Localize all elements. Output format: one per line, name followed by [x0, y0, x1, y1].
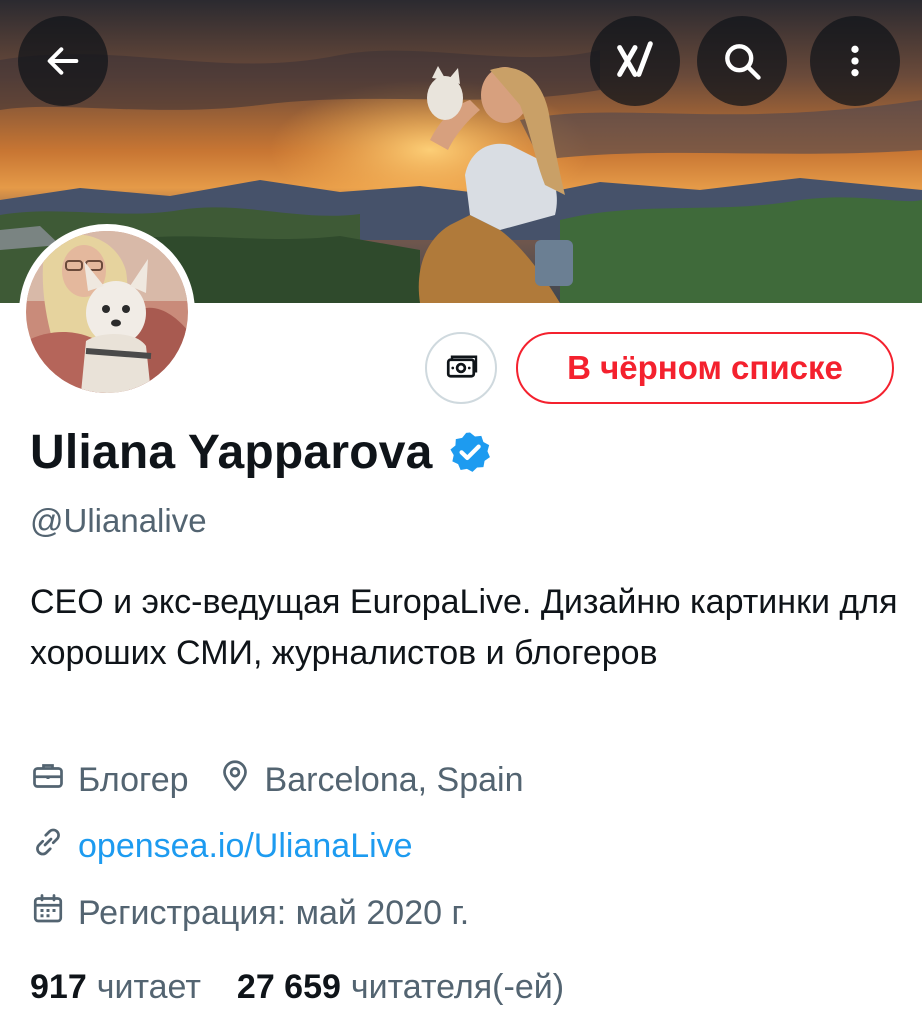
follow-stats: 917 читает 27 659 читателя(-ей): [30, 968, 564, 1007]
briefcase-icon: [30, 758, 66, 803]
profile-page: В чёрном списке Uliana Yapparova @Uliana…: [0, 0, 922, 1024]
join-date-text: Регистрация: май 2020 г.: [78, 894, 470, 932]
grok-button[interactable]: [590, 16, 680, 106]
followers-count: 27 659: [236, 968, 341, 1006]
avatar[interactable]: [19, 224, 195, 400]
name-row: Uliana Yapparova: [30, 425, 493, 480]
arrow-left-icon: [47, 47, 79, 75]
website-link[interactable]: opensea.io/UlianaLive: [78, 827, 413, 866]
profession-text: Блогер: [78, 761, 189, 799]
back-button[interactable]: [18, 16, 108, 106]
display-name: Uliana Yapparova: [30, 426, 433, 479]
more-options-button[interactable]: [810, 16, 900, 106]
profile-meta-row: Блогер Barcelona, Spain: [30, 758, 524, 803]
subscriptions-icon: [446, 355, 478, 378]
following-stat[interactable]: 917 читает: [30, 968, 201, 1007]
blocked-button[interactable]: В чёрном списке: [516, 332, 894, 404]
join-date-row: Регистрация: май 2020 г.: [30, 891, 469, 936]
verified-badge-icon[interactable]: [447, 429, 493, 480]
calendar-icon: [30, 891, 66, 936]
followers-stat[interactable]: 27 659 читателя(-ей): [237, 968, 564, 1007]
more-vertical-icon: [851, 45, 859, 77]
following-label: читает: [96, 968, 201, 1006]
location: Barcelona, Spain: [217, 758, 524, 803]
location-pin-icon: [217, 758, 253, 803]
search-icon: [725, 44, 761, 80]
handle: @Ulianalive: [30, 502, 207, 539]
blocked-button-label: В чёрном списке: [567, 349, 843, 386]
subscribe-button[interactable]: [425, 332, 497, 404]
search-button[interactable]: [697, 16, 787, 106]
followers-label: читателя(-ей): [350, 968, 565, 1006]
avatar-image: [26, 231, 188, 393]
bio: CEO и экс-ведущая EuropaLive. Дизайню ка…: [30, 583, 898, 672]
profession: Блогер: [30, 758, 189, 803]
following-count: 917: [30, 968, 87, 1006]
link-icon: [30, 824, 66, 869]
website-row: opensea.io/UlianaLive: [30, 824, 413, 869]
location-text: Barcelona, Spain: [264, 761, 524, 799]
grok-icon: [617, 41, 653, 77]
